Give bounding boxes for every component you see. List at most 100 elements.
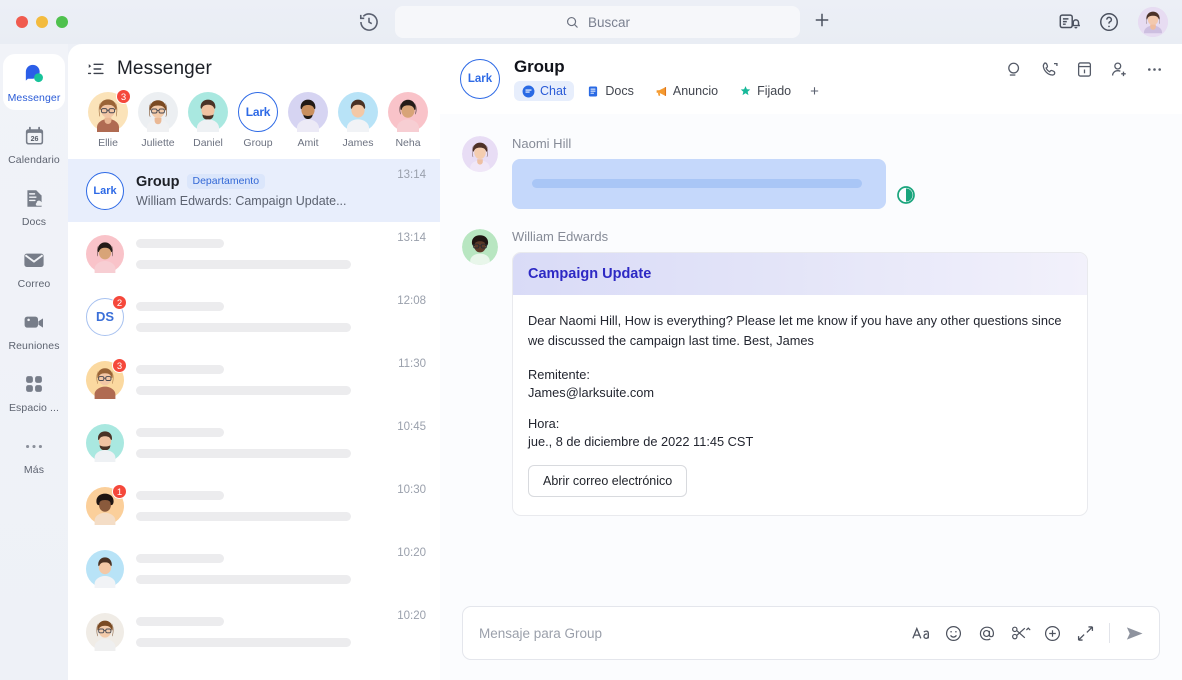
tab-label: Chat (540, 84, 567, 98)
message-composer[interactable]: Mensaje para Group (462, 606, 1160, 660)
placeholder-line (136, 301, 224, 311)
message-input[interactable]: Mensaje para Group (479, 626, 897, 641)
table-row[interactable]: 13:14 (68, 222, 440, 285)
avatar (388, 92, 428, 132)
minimize-window-button[interactable] (36, 16, 48, 28)
send-paperplane-icon[interactable] (1124, 623, 1145, 644)
message-william-edwards: William Edwards Campaign Update Dear Nao… (462, 229, 1158, 516)
user-avatar[interactable] (1138, 7, 1168, 37)
avatar[interactable] (462, 136, 498, 172)
conversation-time: 10:45 (397, 421, 426, 433)
placeholder-line (136, 259, 351, 269)
favorite-label: Daniel (193, 137, 223, 149)
notifications-bell-icon[interactable] (1058, 11, 1080, 33)
doc-blue-icon (587, 85, 600, 98)
conversation-title-block: Group Chat Docs Anuncio Fijado + (514, 57, 1005, 101)
favorite-group[interactable]: Lark Group (238, 92, 278, 149)
title-bar: Buscar (0, 0, 1182, 44)
placeholder-line (136, 490, 224, 500)
global-search-bar[interactable]: Buscar (395, 6, 800, 38)
table-row[interactable]: 10:20 (68, 600, 440, 663)
status-badge: Departamento (186, 173, 266, 190)
message-bubble-row (512, 159, 1158, 209)
calendar-panel-icon[interactable] (1075, 60, 1094, 79)
avatar[interactable] (462, 229, 498, 265)
more-options-icon[interactable] (1145, 60, 1164, 79)
table-row[interactable]: Lark Group Departamento William Edwards:… (68, 159, 440, 222)
favorite-ellie[interactable]: 3 Ellie (88, 89, 131, 149)
avatar: 1 (86, 483, 127, 525)
favorite-neha[interactable]: Neha (388, 92, 428, 149)
avatar (86, 612, 124, 651)
favorite-amit[interactable]: Amit (288, 92, 328, 149)
add-plus-circle-icon[interactable] (1043, 624, 1062, 643)
placeholder-line (136, 322, 351, 332)
grid-apps-icon (23, 371, 45, 397)
maximize-window-button[interactable] (56, 16, 68, 28)
tab-label: Anuncio (672, 84, 719, 98)
tab-anuncio[interactable]: Anuncio (647, 81, 726, 101)
expand-arrows-icon[interactable] (1076, 624, 1095, 643)
table-row[interactable]: 3 11:30 (68, 348, 440, 411)
sidebar-item-reuniones[interactable]: Reuniones (3, 302, 65, 358)
lark-logo-icon: Lark (460, 59, 500, 99)
placeholder-line (136, 238, 224, 248)
card-sender-value: James@larksuite.com (528, 385, 655, 400)
mention-at-icon[interactable] (977, 624, 996, 643)
table-row[interactable]: 10:20 (68, 537, 440, 600)
sidebar-item-docs[interactable]: Docs (3, 178, 65, 234)
text-format-Aa-icon[interactable] (911, 624, 930, 643)
tab-fijado[interactable]: Fijado (731, 81, 799, 101)
tab-docs[interactable]: Docs (579, 81, 641, 101)
open-email-button[interactable]: Abrir correo electrónico (528, 465, 688, 497)
avatar (86, 549, 124, 588)
mail-envelope-icon (22, 247, 46, 273)
search-icon (565, 15, 580, 30)
table-row[interactable]: 1 10:30 (68, 474, 440, 537)
table-row[interactable]: 10:45 (68, 411, 440, 474)
conversation-snippet: William Edwards: Campaign Update... (136, 193, 347, 208)
favorite-daniel[interactable]: Daniel (188, 92, 228, 149)
avatar (86, 234, 124, 273)
favorite-juliette[interactable]: Juliette (138, 92, 178, 149)
message-sender-name: William Edwards (512, 229, 609, 244)
sidebar-item-calendario[interactable]: 26 Calendario (3, 116, 65, 172)
table-row[interactable]: DS 2 12:08 (68, 285, 440, 348)
search-in-chat-icon[interactable] (1005, 60, 1024, 79)
placeholder-line (136, 427, 224, 437)
chat-bubble-icon (522, 85, 535, 98)
sidebar-item-messenger[interactable]: Messenger (3, 54, 65, 110)
tab-chat[interactable]: Chat (514, 81, 575, 101)
tab-label: Fijado (757, 84, 792, 98)
window-controls[interactable] (0, 16, 68, 28)
sidebar-item-mas[interactable]: Más (3, 426, 65, 482)
scissors-clip-icon[interactable] (1010, 624, 1031, 643)
emoji-smiley-icon[interactable] (944, 624, 963, 643)
titlebar-right-actions (1058, 0, 1168, 44)
history-clock-icon[interactable] (358, 11, 380, 33)
plus-icon[interactable] (812, 10, 832, 30)
sidebar-item-correo[interactable]: Correo (3, 240, 65, 296)
message-thread: Naomi Hill William Edwards Campaign Upda… (440, 114, 1182, 606)
sidebar-label-espacio: Espacio ... (8, 402, 60, 414)
list-filter-icon[interactable] (86, 61, 105, 77)
favorite-label: Group (243, 137, 273, 149)
sidebar-label-calendario: Calendario (8, 154, 60, 166)
add-member-icon[interactable] (1110, 60, 1129, 79)
svg-text:26: 26 (30, 134, 38, 142)
sidebar-label-docs: Docs (21, 216, 47, 228)
conversation-tabs: Chat Docs Anuncio Fijado + (514, 81, 1005, 101)
chat-list-title: Messenger (117, 58, 212, 79)
composer-area: Mensaje para Group (440, 606, 1182, 680)
avatar: 3 (86, 357, 127, 399)
conversation-time: 13:14 (397, 169, 426, 181)
sidebar-item-espacio[interactable]: Espacio ... (3, 364, 65, 420)
app-window: Buscar Messenger 26 Calendario Docs Corr… (0, 0, 1182, 680)
phone-call-icon[interactable] (1040, 60, 1059, 79)
message-naomi-hill: Naomi Hill (462, 136, 1158, 209)
close-window-button[interactable] (16, 16, 28, 28)
help-question-icon[interactable] (1098, 11, 1120, 33)
favorite-james[interactable]: James (338, 92, 378, 149)
add-tab-button[interactable]: + (804, 83, 825, 100)
translate-status-icon[interactable] (896, 185, 916, 205)
